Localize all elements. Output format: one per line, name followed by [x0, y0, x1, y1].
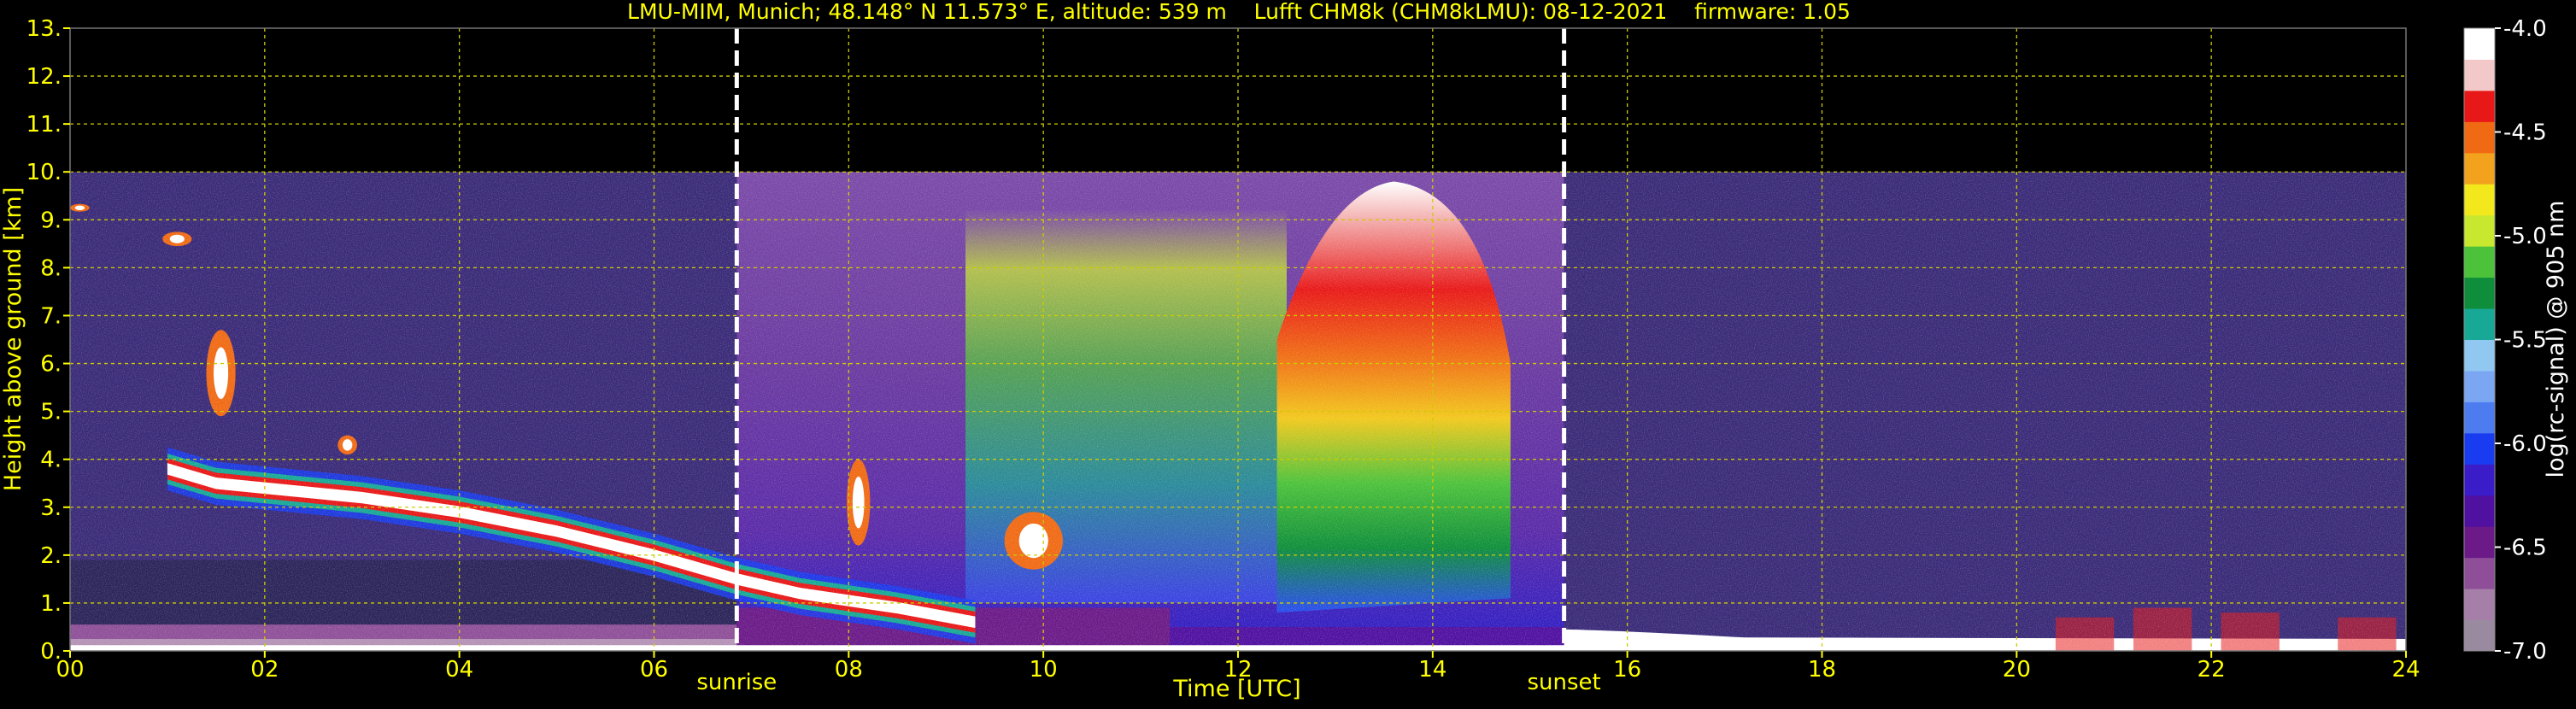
- colorbar-segment: [2464, 152, 2495, 185]
- colorbar-segment: [2464, 464, 2495, 496]
- colorbar-segment: [2464, 59, 2495, 91]
- colorbar-segment: [2464, 526, 2495, 559]
- sunrise-label: sunrise: [696, 670, 777, 695]
- x-tick-label: 24: [2391, 657, 2420, 683]
- y-tick-label: 7.: [40, 303, 62, 329]
- colorbar-segment: [2464, 246, 2495, 278]
- y-tick-label: 12.: [26, 64, 62, 90]
- colorbar-tick-label: -5.5: [2503, 328, 2547, 354]
- sunset-label: sunset: [1527, 670, 1600, 695]
- colorbar-segment: [2464, 619, 2495, 652]
- colorbar-segment: [2464, 495, 2495, 527]
- y-tick-label: 3.: [40, 495, 62, 521]
- x-tick-label: 00: [56, 657, 84, 683]
- x-tick-label: 16: [1613, 657, 1641, 683]
- colorbar-tick-label: -4.0: [2503, 16, 2547, 42]
- chart-title: LMU-MIM, Munich; 48.148° N 11.573° E, al…: [627, 0, 1851, 24]
- colorbar-tick-label: -6.0: [2503, 431, 2547, 457]
- colorbar-segment: [2464, 401, 2495, 434]
- x-tick-label: 02: [250, 657, 279, 683]
- colorbar-segment: [2464, 432, 2495, 465]
- colorbar-segment: [2464, 308, 2495, 340]
- x-tick-label: 14: [1418, 657, 1446, 683]
- colorbar-segment: [2464, 90, 2495, 122]
- colorbar: -4.0 -4.5 -5.0 -5.5 -6.0 -6.5 -7.0: [2463, 16, 2547, 665]
- colorbar-segment: [2464, 557, 2495, 589]
- colorbar-tick-label: -5.0: [2503, 224, 2547, 249]
- colorbar-segment: [2464, 121, 2495, 154]
- x-tick-label: 22: [2198, 657, 2226, 683]
- colorbar-tick-label: -7.0: [2503, 639, 2547, 665]
- y-tick-label: 13.: [26, 16, 62, 42]
- y-tick-label: 8.: [40, 255, 62, 281]
- colorbar-segment: [2464, 370, 2495, 402]
- y-axis-label: Height above ground [km]: [0, 187, 26, 491]
- y-tick-label: 5.: [40, 400, 62, 425]
- colorbar-segment: [2464, 184, 2495, 216]
- y-tick-label: 2.: [40, 543, 62, 569]
- chart-svg: sunrise sunset 0.1.2.3.4.5.6.7.8.9.10.11.…: [0, 0, 2569, 702]
- ceilometer-plot: sunrise sunset 0. 1. 2. 3. 4. 5. 6. 7. 8. 9. 10. 11.…: [0, 0, 2576, 706]
- y-tick-label: 10.: [26, 160, 62, 185]
- colorbar-label: log(rc-signal) @ 905 nm: [2543, 201, 2569, 478]
- x-axis-label: Time [UTC]: [1172, 676, 1300, 702]
- x-tick-label: 18: [1808, 657, 1836, 683]
- x-tick-label: 08: [835, 657, 863, 683]
- colorbar-tick-label: -4.5: [2503, 120, 2547, 146]
- x-tick-label: 20: [2003, 657, 2031, 683]
- y-tick-label: 6.: [40, 352, 62, 378]
- x-tick-label: 06: [640, 657, 668, 683]
- y-tick-label: 4.: [40, 448, 62, 473]
- colorbar-segment: [2464, 339, 2495, 372]
- colorbar-segment: [2464, 28, 2495, 60]
- colorbar-segment: [2464, 589, 2495, 621]
- x-tick-label: 04: [445, 657, 473, 683]
- y-tick-label: 1.: [40, 591, 62, 617]
- colorbar-segment: [2464, 214, 2495, 247]
- y-tick-label: 9.: [40, 208, 62, 233]
- y-tick-label: 11.: [26, 112, 62, 138]
- colorbar-tick-label: -6.5: [2503, 536, 2547, 561]
- colorbar-segment: [2464, 277, 2495, 309]
- x-tick-label: 10: [1030, 657, 1058, 683]
